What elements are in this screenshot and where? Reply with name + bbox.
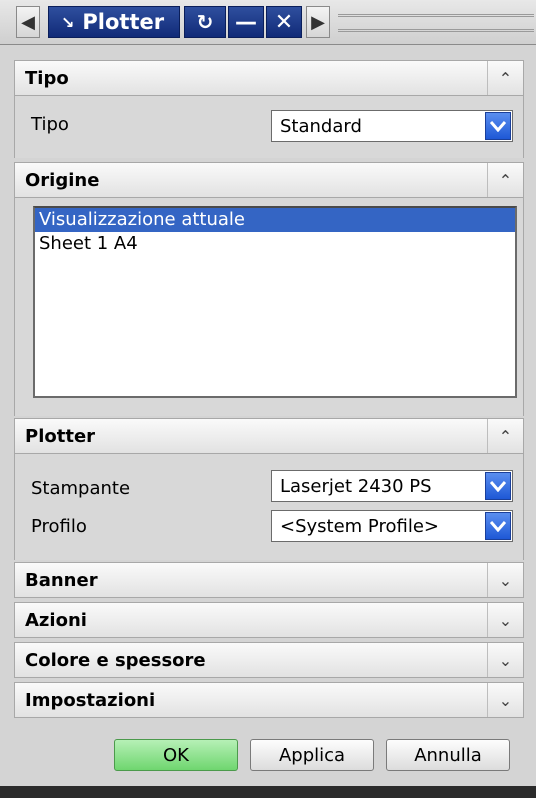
stampante-select-value: Laserjet 2430 PS [280,475,432,497]
profilo-select[interactable]: <System Profile> [271,510,513,542]
tipo-select[interactable]: Standard [271,110,513,142]
profilo-label: Profilo [31,516,87,537]
section-header-banner[interactable]: Banner ⌄ [14,562,524,598]
section-title-impostazioni: Impostazioni [25,689,156,711]
list-item[interactable]: Visualizzazione attuale [35,208,515,232]
section-body-tipo: Tipo Standard [14,96,524,158]
stampante-select[interactable]: Laserjet 2430 PS [271,470,513,502]
section-title-azioni: Azioni [25,609,87,631]
section-title-plotter: Plotter [25,425,96,447]
apply-button[interactable]: Applica [250,739,374,771]
stampante-label: Stampante [31,478,131,499]
section-header-tipo[interactable]: Tipo ⌃ [14,60,524,96]
reset-icon[interactable]: ↻ [184,6,226,38]
section-header-impostazioni[interactable]: Impostazioni ⌄ [14,682,524,718]
section-header-plotter[interactable]: Plotter ⌃ [14,418,524,454]
chevron-up-icon[interactable]: ⌃ [487,419,523,453]
section-header-colore[interactable]: Colore e spessore ⌄ [14,642,524,678]
section-body-plotter: Stampante Laserjet 2430 PS Profilo <Syst… [14,454,524,560]
section-body-origine: Visualizzazione attuale Sheet 1 A4 [14,198,524,416]
title-bar-grip [338,14,534,32]
chevron-up-icon[interactable]: ⌃ [487,61,523,95]
chevron-down-icon[interactable]: ⌄ [487,643,523,677]
arrow-icon: ↘ [61,12,75,32]
list-item[interactable]: Sheet 1 A4 [35,232,515,256]
section-title-origine: Origine [25,169,100,191]
dialog-title-label: Plotter [82,10,165,34]
profilo-select-value: <System Profile> [280,515,439,537]
ok-button[interactable]: OK [114,739,238,771]
section-header-azioni[interactable]: Azioni ⌄ [14,602,524,638]
section-title-colore: Colore e spessore [25,649,206,671]
title-bar: ◀ ↘ Plotter ↻ — ✕ ▶ [0,0,536,45]
section-header-origine[interactable]: Origine ⌃ [14,162,524,198]
origine-listbox[interactable]: Visualizzazione attuale Sheet 1 A4 [33,206,517,398]
dropdown-arrow-icon[interactable] [485,112,511,140]
chevron-up-icon[interactable]: ⌃ [487,163,523,197]
section-title-banner: Banner [25,569,98,591]
close-icon[interactable]: ✕ [266,6,302,38]
chevron-right-icon[interactable]: ▶ [306,6,330,38]
chevron-down-icon[interactable]: ⌄ [487,603,523,637]
dialog-title[interactable]: ↘ Plotter [48,6,180,38]
tipo-label: Tipo [31,114,69,135]
section-title-tipo: Tipo [25,67,69,89]
cancel-button[interactable]: Annulla [386,739,510,771]
chevron-left-icon[interactable]: ◀ [16,6,40,38]
tipo-select-value: Standard [280,115,362,137]
bottom-border [0,786,536,798]
chevron-down-icon[interactable]: ⌄ [487,563,523,597]
dropdown-arrow-icon[interactable] [485,512,511,540]
minimize-icon[interactable]: — [228,6,264,38]
dropdown-arrow-icon[interactable] [485,472,511,500]
chevron-down-icon[interactable]: ⌄ [487,683,523,717]
